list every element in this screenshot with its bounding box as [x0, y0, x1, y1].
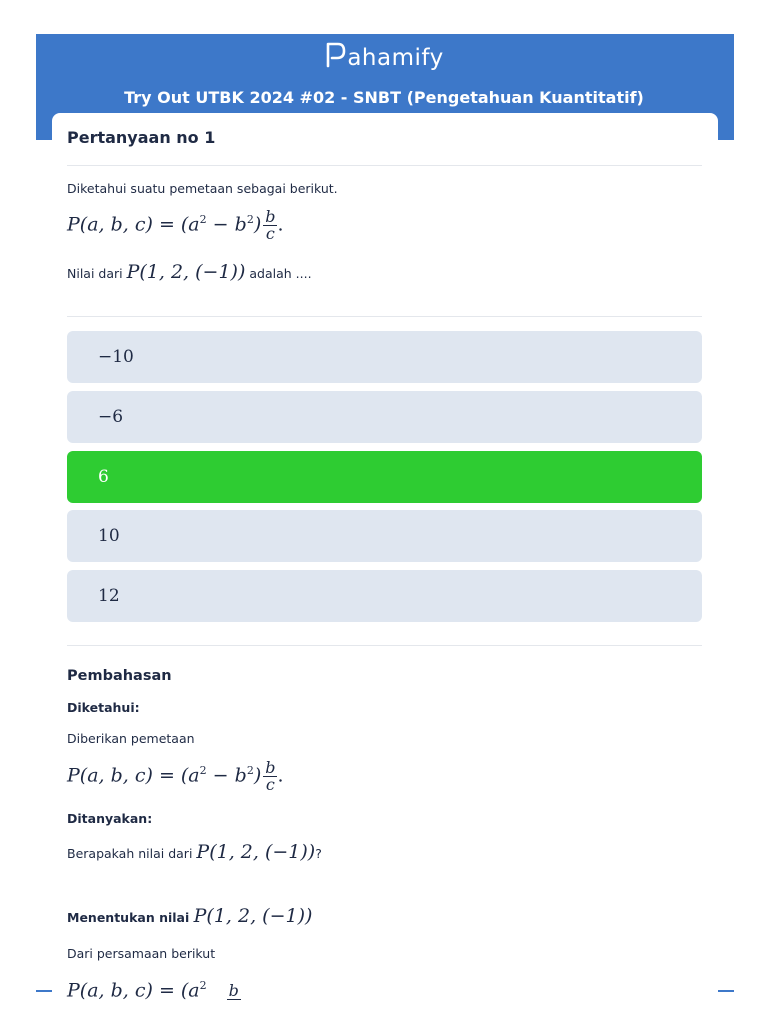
question-number-title: Pertanyaan no 1 — [67, 128, 216, 147]
formula-dot: . — [277, 764, 284, 787]
option-label: −10 — [98, 347, 134, 367]
asked-prefix: Berapakah nilai dari — [67, 846, 193, 861]
discussion-title: Pembahasan — [67, 668, 172, 684]
determine-math-text: P(1, 2, (−1)) — [193, 905, 313, 927]
formula-end: ) — [253, 213, 262, 236]
known-label: Diketahui: — [67, 700, 140, 715]
answer-option-c-selected[interactable]: 6 — [67, 451, 702, 503]
option-label: 10 — [98, 526, 120, 546]
formula-dot: . — [277, 213, 284, 236]
asked-label: Ditanyakan: — [67, 811, 153, 826]
determine-heading: Menentukan nilai P(1, 2, (−1)) — [67, 905, 312, 927]
formula-fraction: bc — [263, 209, 278, 243]
formula-lhs: P(a, b, c) = (a — [67, 764, 200, 787]
formula-exp-a: 2 — [199, 764, 207, 778]
partial-fraction: b — [226, 980, 241, 1000]
formula-mid: − b — [206, 213, 247, 236]
partial-formula: P(a, b, c) = (a2 b — [67, 979, 241, 1001]
ask-prefix: Nilai dari — [67, 266, 123, 281]
answer-option-a[interactable]: −10 — [67, 331, 702, 383]
asked-suffix: ? — [315, 846, 322, 861]
formula-fraction: bc — [263, 760, 278, 794]
exam-title: Try Out UTBK 2024 #02 - SNBT (Pengetahua… — [124, 88, 644, 107]
determine-prefix: Menentukan nilai — [67, 910, 190, 925]
logo-icon — [327, 42, 346, 68]
formula-exp-b: 2 — [246, 764, 254, 778]
partial-fraction-numerator: b — [226, 980, 241, 1000]
asked-math-text: P(1, 2, (−1)) — [196, 841, 316, 863]
formula-exp-b: 2 — [246, 213, 254, 227]
right-frame-band — [718, 140, 734, 991]
answer-option-d[interactable]: 10 — [67, 510, 702, 562]
discussion-formula: P(a, b, c) = (a2 − b2) b c. — [67, 760, 284, 793]
partial-formula-lhs: P(a, b, c) = (a — [67, 979, 200, 1002]
ask-suffix: adalah .... — [249, 266, 312, 281]
question-ask: Nilai dari P(1, 2, (−1)) adalah .... — [67, 261, 312, 283]
divider — [67, 316, 702, 317]
formula-exp-a: 2 — [199, 213, 207, 227]
formula-mid: − b — [206, 764, 247, 787]
left-frame-band — [36, 140, 52, 991]
asked-math: P(1, 2, (−1)) — [196, 841, 315, 863]
divider — [67, 165, 702, 166]
logo-text: ahamify — [347, 45, 444, 71]
option-label: 6 — [98, 467, 109, 487]
answer-option-e[interactable]: 12 — [67, 570, 702, 622]
option-label: 12 — [98, 586, 120, 606]
question-intro: Diketahui suatu pemetaan sebagai berikut… — [67, 181, 338, 196]
divider — [67, 645, 702, 646]
answer-option-b[interactable]: −6 — [67, 391, 702, 443]
ask-math-text: P(1, 2, (−1)) — [126, 261, 246, 283]
partial-formula-exp: 2 — [199, 979, 207, 992]
known-text: Diberikan pemetaan — [67, 731, 195, 746]
question-formula: P(a, b, c) = (a2 − b2) b c. — [67, 209, 284, 242]
from-equation-text: Dari persamaan berikut — [67, 946, 216, 961]
app-logo: ahamify — [0, 42, 768, 71]
fraction-denominator: c — [265, 224, 275, 243]
formula-end: ) — [253, 764, 262, 787]
fraction-denominator: c — [265, 775, 275, 794]
question-card: Pertanyaan no 1 Diketahui suatu pemetaan… — [52, 113, 718, 1024]
option-label: −6 — [98, 407, 124, 427]
determine-math: P(1, 2, (−1)) — [194, 905, 313, 927]
formula-lhs: P(a, b, c) = (a — [67, 213, 200, 236]
ask-math: P(1, 2, (−1)) — [127, 261, 246, 283]
asked-text: Berapakah nilai dari P(1, 2, (−1))? — [67, 841, 322, 863]
